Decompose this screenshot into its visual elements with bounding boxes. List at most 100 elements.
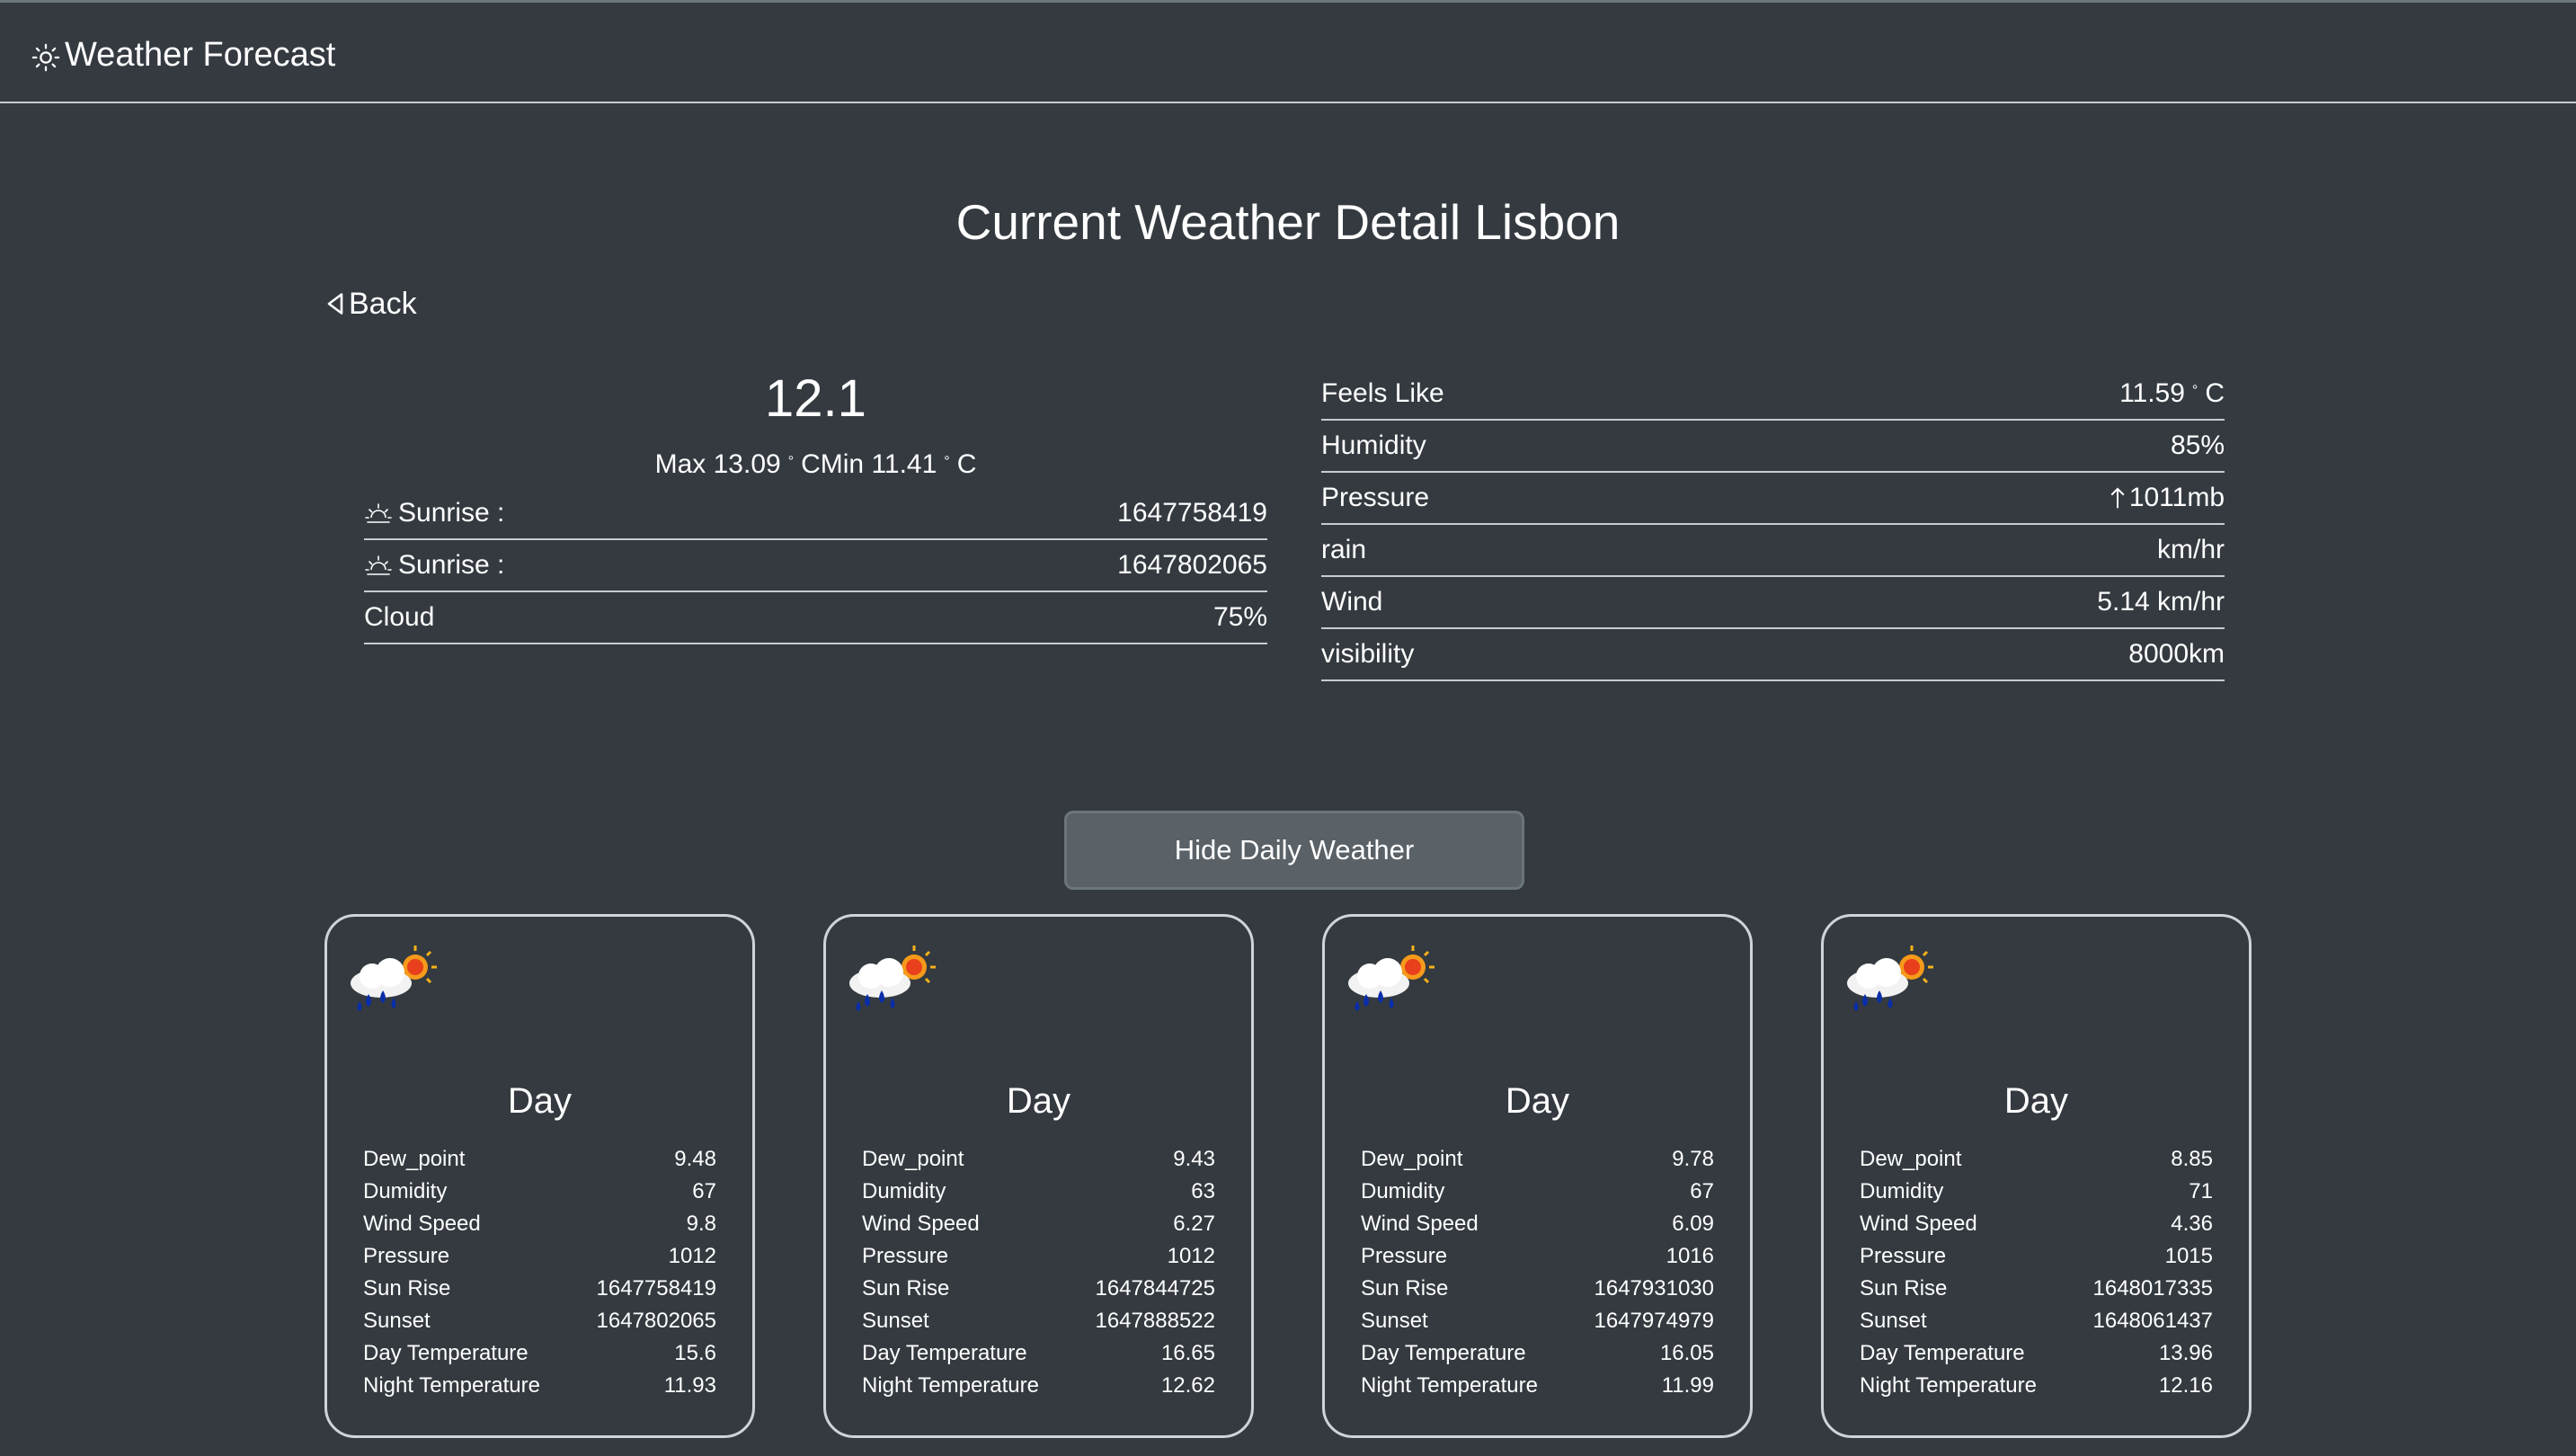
row-label: Sunset (363, 1309, 431, 1333)
row-label: Day Temperature (1361, 1341, 1526, 1365)
row-label: Sunset (1860, 1309, 1927, 1333)
wind-value: 5.14 km/hr (2097, 587, 2225, 617)
row-label: Dew_point (1361, 1147, 1463, 1171)
row-label: Dew_point (1860, 1147, 1962, 1171)
min-max-temperature: Max 13.09 ° CMin 11.41 ° C (364, 444, 1267, 483)
sunrise-value: 1647758419 (1117, 498, 1267, 528)
row-value: 9.43 (1173, 1147, 1215, 1171)
row-value: 12.16 (2158, 1373, 2213, 1398)
sunset-icon (365, 555, 392, 575)
row-label: Night Temperature (363, 1373, 540, 1398)
daily-card: Day Dew_point 9.78 Dumidity 67 Wind Speed 6… (1322, 914, 1753, 1438)
row-value: 1012 (668, 1244, 716, 1268)
row-value: 6.27 (1173, 1212, 1215, 1236)
rain-row: rain km/hr (1321, 525, 2225, 577)
row-value: 4.36 (2171, 1212, 2213, 1236)
row-label: Sun Rise (1361, 1276, 1449, 1301)
day-temperature-row: Day Temperature 16.65 (862, 1337, 1215, 1370)
hide-daily-weather-button[interactable]: Hide Daily Weather (1064, 811, 1524, 890)
night-temperature-row: Night Temperature 11.99 (1361, 1370, 1714, 1402)
daily-card: Day Dew_point 9.43 Dumidity 63 Wind Speed 6… (823, 914, 1254, 1438)
sunrise-row: Sun Rise 1647844725 (862, 1273, 1215, 1305)
row-value: 71 (2189, 1179, 2213, 1203)
visibility-label: visibility (1321, 639, 1415, 669)
row-value: 63 (1191, 1179, 1215, 1203)
day-temperature-row: Day Temperature 16.05 (1361, 1337, 1714, 1370)
degree-symbol: ° (787, 454, 795, 469)
rain-cloud-sun-icon (1348, 946, 1435, 1011)
sunrise-row: Sun Rise 1647931030 (1361, 1273, 1714, 1305)
row-value: 67 (692, 1179, 716, 1203)
pressure-row: Pressure 1016 (1361, 1240, 1714, 1273)
degree-symbol: ° (2191, 383, 2198, 398)
row-label: Pressure (1361, 1244, 1448, 1268)
max-temp: Max 13.09 (654, 449, 781, 479)
row-label: Pressure (363, 1244, 450, 1268)
row-value: 1647888522 (1095, 1309, 1215, 1333)
row-value: 11.99 (1661, 1373, 1714, 1398)
back-label: Back (349, 287, 417, 321)
wind-row: Wind 5.14 km/hr (1321, 577, 2225, 629)
humidity-row: Dumidity 67 (1361, 1176, 1714, 1208)
sunset-label: Sunrise : (398, 550, 505, 580)
row-value: 12.62 (1160, 1373, 1215, 1398)
row-label: Night Temperature (862, 1373, 1039, 1398)
humidity-value: 85% (2170, 431, 2225, 460)
back-link[interactable]: Back (325, 284, 417, 324)
row-label: Day Temperature (363, 1341, 529, 1365)
brand-link[interactable]: Weather Forecast (31, 33, 335, 76)
row-label: Sunset (862, 1309, 929, 1333)
night-temperature-row: Night Temperature 12.62 (862, 1370, 1215, 1402)
daily-card: Day Dew_point 9.48 Dumidity 67 Wind Speed 9… (324, 914, 755, 1438)
sunset-row: Sunrise : 1647802065 (364, 540, 1267, 592)
wind-speed-row: Wind Speed 6.27 (862, 1208, 1215, 1240)
row-label: Pressure (1860, 1244, 1947, 1268)
row-label: Dumidity (1860, 1179, 1944, 1203)
row-label: Day Temperature (1860, 1341, 2025, 1365)
brand-title: Weather Forecast (65, 36, 336, 74)
rain-cloud-sun-icon (351, 946, 437, 1011)
night-temperature-row: Night Temperature 11.93 (363, 1370, 716, 1402)
row-label: Dumidity (862, 1179, 946, 1203)
humidity-row: Dumidity 71 (1860, 1176, 2213, 1208)
row-label: Dumidity (363, 1179, 448, 1203)
row-value: 1012 (1167, 1244, 1215, 1268)
pressure-value: 1011mb (2128, 483, 2225, 512)
feels-like-unit: C (2205, 378, 2225, 408)
current-summary: 12.1 Max 13.09 ° CMin 11.41 ° C Sunrise : 16… (364, 367, 1267, 644)
row-label: Wind Speed (1361, 1212, 1479, 1236)
row-label: Wind Speed (1860, 1212, 1977, 1236)
row-label: Dew_point (363, 1147, 466, 1171)
row-value: 1647758419 (596, 1276, 716, 1301)
sunrise-row: Sun Rise 1647758419 (363, 1273, 716, 1305)
sunset-row: Sunset 1648061437 (1860, 1305, 2213, 1337)
row-value: 1648061437 (2092, 1309, 2213, 1333)
dew-point-row: Dew_point 9.43 (862, 1143, 1215, 1176)
pressure-row: Pressure 1015 (1860, 1240, 2213, 1273)
daily-card: Day Dew_point 8.85 Dumidity 71 Wind Speed 4… (1821, 914, 2252, 1438)
row-value: 16.65 (1160, 1341, 1215, 1365)
row-value: 1647931030 (1594, 1276, 1714, 1301)
day-temperature-row: Day Temperature 15.6 (363, 1337, 716, 1370)
rain-value: km/hr (2157, 535, 2225, 564)
row-value: 8.85 (2171, 1147, 2213, 1171)
rain-cloud-sun-icon (1847, 946, 1933, 1011)
row-label: Sun Rise (363, 1276, 451, 1301)
min-temp: CMin 11.41 (801, 449, 937, 479)
sunset-row: Sunset 1647888522 (862, 1305, 1215, 1337)
visibility-row: visibility 8000km (1321, 629, 2225, 681)
row-value: 67 (1690, 1179, 1714, 1203)
row-label: Dumidity (1361, 1179, 1445, 1203)
pressure-row: Pressure 1012 (862, 1240, 1215, 1273)
row-value: 1648017335 (2092, 1276, 2213, 1301)
wind-speed-row: Wind Speed 9.8 (363, 1208, 716, 1240)
row-value: 11.93 (663, 1373, 716, 1398)
row-value: 9.48 (674, 1147, 716, 1171)
visibility-value: 8000km (2128, 639, 2225, 669)
pressure-row: Pressure 1011mb (1321, 473, 2225, 525)
dew-point-row: Dew_point 9.78 (1361, 1143, 1714, 1176)
day-temperature-row: Day Temperature 13.96 (1860, 1337, 2213, 1370)
row-value: 9.78 (1672, 1147, 1714, 1171)
night-temperature-row: Night Temperature 12.16 (1860, 1370, 2213, 1402)
rain-cloud-sun-icon (849, 946, 936, 1011)
